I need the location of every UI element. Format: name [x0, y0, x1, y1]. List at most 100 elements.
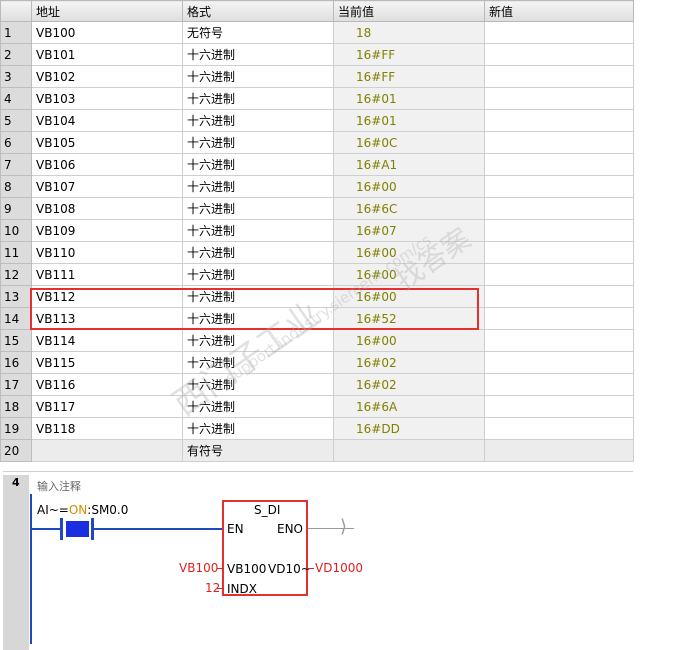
new-value-cell[interactable]: [484, 417, 634, 440]
table-row[interactable]: 14 VB113 十六进制 16#52: [0, 307, 634, 330]
table-row[interactable]: 6 VB105 十六进制 16#0C: [0, 131, 634, 154]
format-cell[interactable]: 十六进制: [182, 65, 334, 88]
format-cell[interactable]: 十六进制: [182, 351, 334, 374]
header-new-value[interactable]: 新值: [484, 0, 634, 22]
current-value-cell[interactable]: 16#FF: [333, 65, 485, 88]
table-row[interactable]: 8 VB107 十六进制 16#00: [0, 175, 634, 198]
address-cell[interactable]: [31, 439, 183, 462]
format-cell[interactable]: 十六进制: [182, 109, 334, 132]
new-value-cell[interactable]: [484, 197, 634, 220]
new-value-cell[interactable]: [484, 263, 634, 286]
format-cell[interactable]: 十六进制: [182, 285, 334, 308]
format-cell[interactable]: 十六进制: [182, 153, 334, 176]
header-format[interactable]: 格式: [182, 0, 334, 22]
address-cell[interactable]: VB107: [31, 175, 183, 198]
table-row[interactable]: 13 VB112 十六进制 16#00: [0, 285, 634, 308]
new-value-cell[interactable]: [484, 395, 634, 418]
current-value-cell[interactable]: 16#DD: [333, 417, 485, 440]
table-row[interactable]: 19 VB118 十六进制 16#DD: [0, 417, 634, 440]
current-value-cell[interactable]: 18: [333, 21, 485, 44]
s-di-instruction-box[interactable]: S_DI EN ENO VB100 VD10~ INDX: [222, 500, 311, 596]
table-row[interactable]: 7 VB106 十六进制 16#A1: [0, 153, 634, 176]
address-cell[interactable]: VB106: [31, 153, 183, 176]
current-value-cell[interactable]: [333, 439, 485, 462]
current-value-cell[interactable]: 16#6C: [333, 197, 485, 220]
new-value-cell[interactable]: [484, 43, 634, 66]
current-value-cell[interactable]: 16#02: [333, 373, 485, 396]
contact-energized-fill[interactable]: [66, 521, 89, 537]
new-value-cell[interactable]: [484, 285, 634, 308]
current-value-cell[interactable]: 16#A1: [333, 153, 485, 176]
address-cell[interactable]: VB109: [31, 219, 183, 242]
format-cell[interactable]: 十六进制: [182, 395, 334, 418]
current-value-cell[interactable]: 16#FF: [333, 43, 485, 66]
format-cell[interactable]: 十六进制: [182, 219, 334, 242]
format-cell[interactable]: 无符号: [182, 21, 334, 44]
address-cell[interactable]: VB101: [31, 43, 183, 66]
table-row[interactable]: 12 VB111 十六进制 16#00: [0, 263, 634, 286]
table-row[interactable]: 1 VB100 无符号 18: [0, 21, 634, 44]
new-value-cell[interactable]: [484, 109, 634, 132]
table-row[interactable]: 3 VB102 十六进制 16#FF: [0, 65, 634, 88]
address-cell[interactable]: VB104: [31, 109, 183, 132]
table-row[interactable]: 4 VB103 十六进制 16#01: [0, 87, 634, 110]
format-cell[interactable]: 十六进制: [182, 131, 334, 154]
address-cell[interactable]: VB116: [31, 373, 183, 396]
current-value-cell[interactable]: 16#07: [333, 219, 485, 242]
format-cell[interactable]: 十六进制: [182, 263, 334, 286]
current-value-cell[interactable]: 16#01: [333, 109, 485, 132]
input-operand-vb100[interactable]: VB100: [179, 561, 218, 575]
format-cell[interactable]: 十六进制: [182, 417, 334, 440]
current-value-cell[interactable]: 16#00: [333, 263, 485, 286]
address-cell[interactable]: VB118: [31, 417, 183, 440]
new-value-cell[interactable]: [484, 153, 634, 176]
new-value-cell[interactable]: [484, 351, 634, 374]
new-value-cell[interactable]: [484, 87, 634, 110]
current-value-cell[interactable]: 16#00: [333, 285, 485, 308]
table-row[interactable]: 9 VB108 十六进制 16#6C: [0, 197, 634, 220]
format-cell[interactable]: 十六进制: [182, 87, 334, 110]
address-cell[interactable]: VB103: [31, 87, 183, 110]
output-operand-vd1000[interactable]: VD1000: [315, 561, 363, 575]
format-cell[interactable]: 十六进制: [182, 329, 334, 352]
table-row[interactable]: 15 VB114 十六进制 16#00: [0, 329, 634, 352]
current-value-cell[interactable]: 16#6A: [333, 395, 485, 418]
table-row[interactable]: 11 VB110 十六进制 16#00: [0, 241, 634, 264]
address-cell[interactable]: VB100: [31, 21, 183, 44]
new-value-cell[interactable]: [484, 21, 634, 44]
address-cell[interactable]: VB111: [31, 263, 183, 286]
new-value-cell[interactable]: [484, 373, 634, 396]
header-address[interactable]: 地址: [31, 0, 183, 22]
new-value-cell[interactable]: [484, 219, 634, 242]
current-value-cell[interactable]: 16#0C: [333, 131, 485, 154]
network-comment[interactable]: 输入注释: [37, 478, 81, 494]
current-value-cell[interactable]: 16#52: [333, 307, 485, 330]
table-row[interactable]: 17 VB116 十六进制 16#02: [0, 373, 634, 396]
table-row[interactable]: 18 VB117 十六进制 16#6A: [0, 395, 634, 418]
current-value-cell[interactable]: 16#00: [333, 175, 485, 198]
current-value-cell[interactable]: 16#00: [333, 329, 485, 352]
header-current-value[interactable]: 当前值: [333, 0, 485, 22]
table-row[interactable]: 10 VB109 十六进制 16#07: [0, 219, 634, 242]
address-cell[interactable]: VB105: [31, 131, 183, 154]
current-value-cell[interactable]: 16#01: [333, 87, 485, 110]
format-cell[interactable]: 十六进制: [182, 241, 334, 264]
format-cell[interactable]: 十六进制: [182, 373, 334, 396]
format-cell[interactable]: 十六进制: [182, 175, 334, 198]
address-cell[interactable]: VB114: [31, 329, 183, 352]
table-row[interactable]: 16 VB115 十六进制 16#02: [0, 351, 634, 374]
new-value-cell[interactable]: [484, 65, 634, 88]
new-value-cell[interactable]: [484, 131, 634, 154]
format-cell[interactable]: 十六进制: [182, 307, 334, 330]
address-cell[interactable]: VB117: [31, 395, 183, 418]
new-value-cell[interactable]: [484, 175, 634, 198]
network-number[interactable]: 4: [12, 476, 20, 489]
new-value-cell[interactable]: [484, 329, 634, 352]
new-value-cell[interactable]: [484, 241, 634, 264]
address-cell[interactable]: VB113: [31, 307, 183, 330]
address-cell[interactable]: VB110: [31, 241, 183, 264]
address-cell[interactable]: VB115: [31, 351, 183, 374]
new-value-cell[interactable]: [484, 439, 634, 462]
format-cell[interactable]: 十六进制: [182, 43, 334, 66]
current-value-cell[interactable]: 16#02: [333, 351, 485, 374]
